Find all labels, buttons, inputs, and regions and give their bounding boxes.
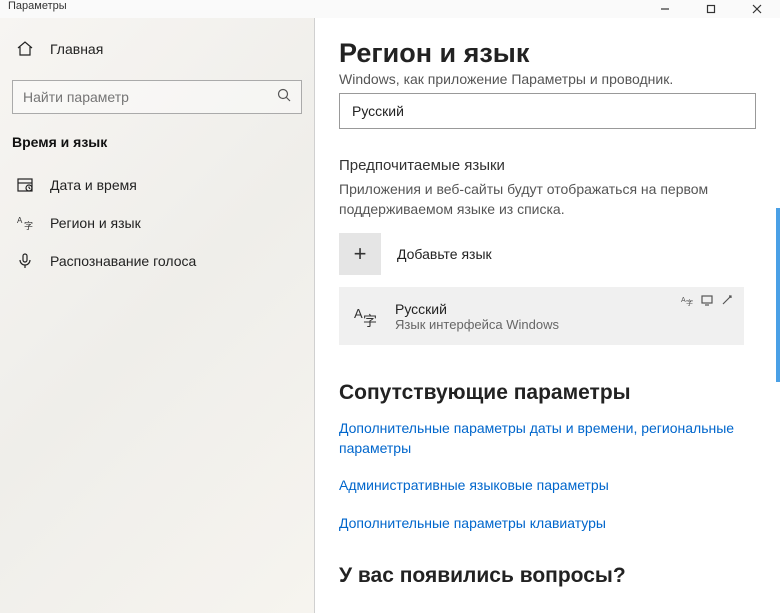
- nav-speech[interactable]: Распознавание голоса: [12, 242, 302, 280]
- nav-region-language[interactable]: A字 Регион и язык: [12, 204, 302, 242]
- home-icon: [16, 40, 34, 58]
- plus-icon: +: [339, 233, 381, 275]
- preferred-languages-heading: Предпочитаемые языки: [339, 157, 756, 174]
- maximize-button[interactable]: [688, 0, 734, 18]
- minimize-button[interactable]: [642, 0, 688, 18]
- search-input[interactable]: [23, 89, 277, 105]
- language-glyph-icon: A字: [351, 302, 381, 330]
- svg-text:字: 字: [363, 313, 377, 329]
- nav-date-time[interactable]: Дата и время: [12, 166, 302, 204]
- link-administrative-language[interactable]: Административные языковые параметры: [339, 476, 756, 496]
- language-icon: A字: [16, 214, 34, 232]
- add-language-label: Добавьте язык: [397, 246, 492, 262]
- search-icon: [277, 88, 291, 107]
- language-subtitle: Язык интерфейса Windows: [395, 317, 732, 332]
- tts-icon: A字: [680, 293, 694, 307]
- page-title: Регион и язык: [339, 38, 756, 69]
- display-icon: [700, 293, 714, 307]
- link-additional-keyboard[interactable]: Дополнительные параметры клавиатуры: [339, 514, 756, 534]
- nav-date-time-label: Дата и время: [50, 177, 137, 193]
- preferred-languages-desc: Приложения и веб-сайты будут отображатьс…: [339, 180, 756, 219]
- microphone-icon: [16, 252, 34, 270]
- nav-speech-label: Распознавание голоса: [50, 253, 196, 269]
- scrollbar-indicator[interactable]: [776, 208, 780, 382]
- nav-region-language-label: Регион и язык: [50, 215, 141, 231]
- svg-text:A: A: [354, 306, 363, 321]
- nav-home[interactable]: Главная: [12, 30, 302, 68]
- language-feature-badges: A字: [680, 293, 734, 307]
- window-controls: [642, 0, 780, 18]
- add-language-button[interactable]: + Добавьте язык: [339, 233, 744, 275]
- main-content: Регион и язык Windows, как приложение Па…: [315, 18, 780, 613]
- questions-heading: У вас появились вопросы?: [339, 564, 756, 588]
- svg-text:字: 字: [686, 298, 693, 306]
- sidebar-section-title: Время и язык: [12, 134, 302, 150]
- handwriting-icon: [720, 293, 734, 307]
- language-tile[interactable]: A字 Русский Язык интерфейса Windows A字: [339, 287, 744, 345]
- nav-home-label: Главная: [50, 41, 103, 57]
- display-language-desc: Windows, как приложение Параметры и пров…: [339, 71, 756, 87]
- calendar-clock-icon: [16, 176, 34, 194]
- related-settings-heading: Сопутствующие параметры: [339, 381, 756, 405]
- search-box[interactable]: [12, 80, 302, 114]
- close-button[interactable]: [734, 0, 780, 18]
- sidebar: Главная Время и язык Дата и время A字 Рег…: [0, 18, 315, 613]
- svg-text:A: A: [17, 216, 23, 225]
- display-language-value: Русский: [352, 103, 404, 119]
- display-language-dropdown[interactable]: Русский: [339, 93, 756, 129]
- link-additional-date-region[interactable]: Дополнительные параметры даты и времени,…: [339, 419, 756, 458]
- svg-text:字: 字: [24, 220, 33, 231]
